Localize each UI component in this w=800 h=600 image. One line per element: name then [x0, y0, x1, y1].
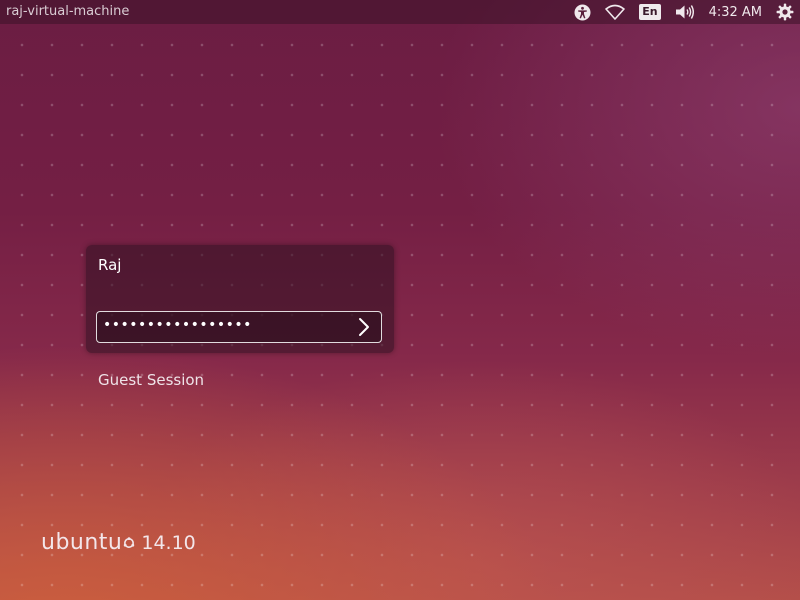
- power-gear-icon[interactable]: [776, 0, 794, 24]
- panel-indicators: En 4:32 AM: [560, 0, 794, 24]
- login-box: Raj •••••••••••••••••: [86, 245, 394, 353]
- hostname-label: raj-virtual-machine: [6, 4, 130, 19]
- guest-session-item[interactable]: Guest Session: [98, 371, 204, 389]
- password-input[interactable]: •••••••••••••••••: [96, 311, 382, 343]
- volume-icon[interactable]: [675, 0, 695, 24]
- keyboard-layout-label: En: [639, 4, 661, 20]
- accessibility-icon[interactable]: [574, 0, 591, 24]
- clock[interactable]: 4:32 AM: [709, 0, 762, 24]
- password-value: •••••••••••••••••: [103, 317, 252, 333]
- user-name-label[interactable]: Raj: [98, 256, 121, 274]
- top-panel: raj-virtual-machine En 4:32 AM: [0, 0, 800, 24]
- login-submit-arrow-icon[interactable]: [353, 316, 375, 338]
- brand-name: ubuntu: [41, 530, 123, 555]
- circle-of-friends-icon: [123, 534, 135, 548]
- brand-version: 14.10: [141, 532, 196, 554]
- greeter-screen: raj-virtual-machine En 4:32 AM Raj •••••…: [0, 0, 800, 600]
- ubuntu-branding: ubuntu 14.10: [41, 528, 196, 558]
- keyboard-layout-indicator[interactable]: En: [639, 0, 661, 24]
- wifi-icon[interactable]: [605, 0, 626, 24]
